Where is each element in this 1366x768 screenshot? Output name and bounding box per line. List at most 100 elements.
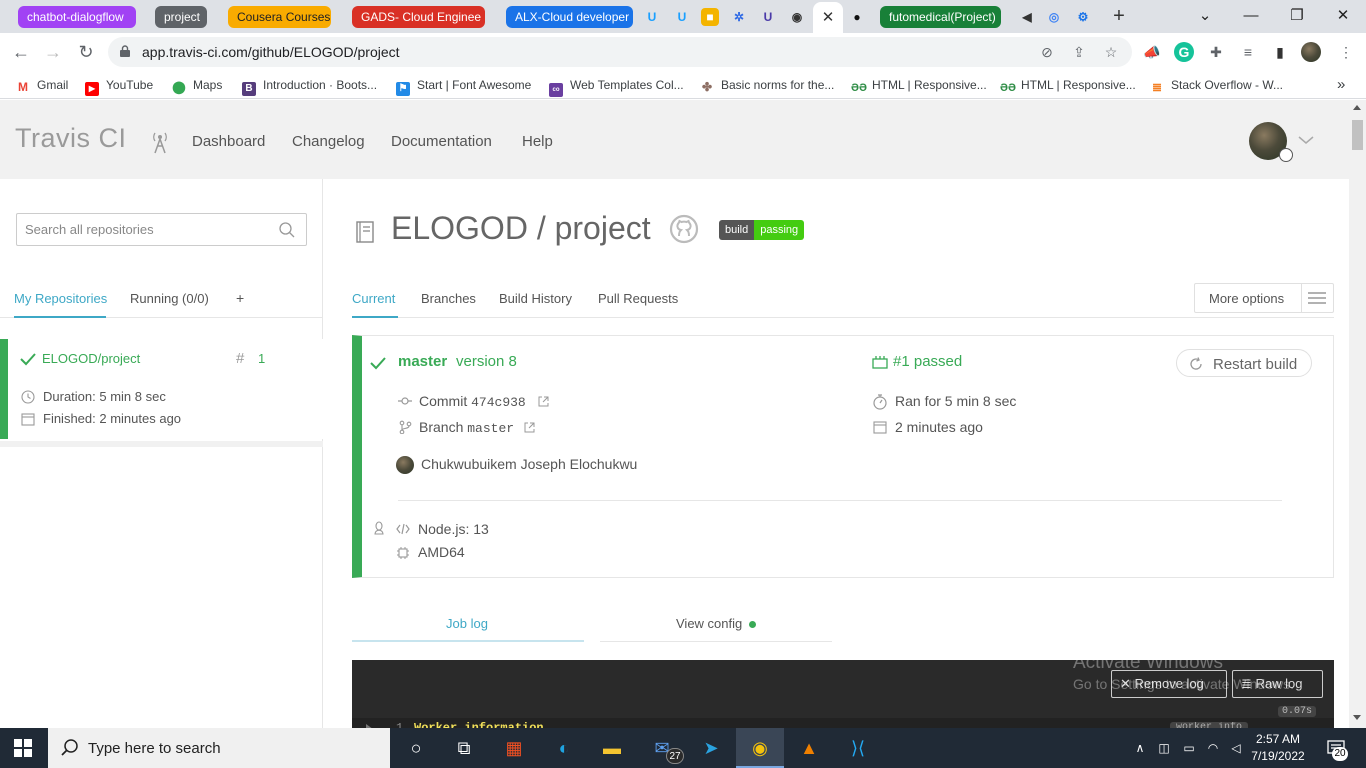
tracking-eye-icon[interactable]: ⊘	[1038, 43, 1056, 61]
tab-search-chevron-icon[interactable]: ⌄	[1190, 4, 1220, 28]
nav-dashboard[interactable]: Dashboard	[192, 133, 265, 150]
bookmarks-overflow-button[interactable]: »	[1337, 76, 1345, 94]
tab-running[interactable]: Running (0/0)	[130, 291, 209, 306]
github-tab-icon[interactable]: ●	[848, 8, 866, 26]
bookmark-bootstrap[interactable]: B Introduction · Boots...	[242, 76, 377, 96]
tab-current[interactable]: Current	[352, 291, 395, 306]
bookmark-html-responsive-2[interactable]: ƏƏ HTML | Responsive...	[1000, 76, 1136, 95]
repo-name-link[interactable]: ELOGOD/project	[42, 351, 140, 366]
side-panel-icon[interactable]: ▮	[1270, 42, 1290, 62]
page-scrollbar[interactable]	[1349, 100, 1366, 728]
tab-view-config[interactable]: View config	[676, 616, 742, 631]
file-explorer-icon[interactable]: ▬	[598, 734, 626, 762]
system-clock[interactable]: 2:57 AM 7/19/2022	[1248, 731, 1308, 765]
back-button[interactable]: ←	[10, 41, 32, 63]
remove-log-button[interactable]: ✕ Remove log	[1111, 670, 1227, 698]
build-number-link[interactable]: 1	[258, 351, 265, 366]
nav-documentation[interactable]: Documentation	[391, 133, 492, 150]
close-window-button[interactable]: ✕	[1328, 4, 1358, 28]
grammarly-extension-icon[interactable]: G	[1174, 42, 1194, 62]
tab-group-futomedical[interactable]: futomedical(Project)	[880, 6, 1001, 28]
bookmark-gmail[interactable]: M Gmail	[16, 76, 68, 94]
build-status-link[interactable]: #1 passed	[893, 353, 962, 370]
nav-help[interactable]: Help	[522, 133, 553, 150]
tab-group-project[interactable]: project	[155, 6, 207, 28]
scrollbar-thumb[interactable]	[1352, 120, 1363, 150]
scroll-down-arrow-icon[interactable]	[1353, 715, 1361, 720]
active-tab-close-icon[interactable]: ✕	[813, 2, 843, 33]
bookmark-maps[interactable]: ⬤ Maps	[172, 76, 222, 94]
windows-start-icon[interactable]	[14, 739, 32, 757]
profile-avatar-icon[interactable]	[1301, 42, 1321, 62]
branch-row[interactable]: Branch master	[419, 419, 514, 436]
repo-card[interactable]: ELOGOD/project # 1 Duration: 5 min 8 sec…	[0, 339, 323, 439]
tab-group-alx[interactable]: ALX-Cloud developer	[506, 6, 633, 28]
more-options-button[interactable]: More options	[1194, 283, 1334, 313]
chrome-taskbar-icon[interactable]: ◉	[746, 734, 774, 762]
scroll-up-arrow-icon[interactable]	[1353, 105, 1361, 110]
minimize-button[interactable]: —	[1236, 4, 1266, 28]
cortana-icon[interactable]: ○	[402, 734, 430, 762]
wifi-icon[interactable]: ◠	[1205, 740, 1221, 756]
udacity-tab-icon[interactable]: U	[673, 8, 691, 26]
build-status-badge[interactable]: build passing	[719, 220, 805, 240]
webcam-tray-icon[interactable]: ◫	[1156, 740, 1172, 756]
restart-build-button[interactable]: Restart build	[1176, 349, 1312, 377]
external-link-icon[interactable]	[538, 396, 549, 407]
add-repository-button[interactable]: +	[236, 290, 244, 306]
tab-pull-requests[interactable]: Pull Requests	[598, 291, 678, 306]
bookmark-web-templates[interactable]: co Web Templates Col...	[549, 76, 684, 97]
tab-build-history[interactable]: Build History	[499, 291, 572, 306]
build-branch-link[interactable]: master	[398, 353, 447, 370]
search-icon[interactable]	[278, 221, 296, 239]
megaphone-extension-icon[interactable]: 📣	[1142, 42, 1162, 62]
extensions-puzzle-icon[interactable]: ✚	[1206, 42, 1226, 62]
audio-tab-icon[interactable]: ◀	[1018, 8, 1036, 26]
broadcast-antenna-icon[interactable]	[150, 130, 170, 154]
tray-overflow-icon[interactable]: ∧	[1132, 740, 1148, 756]
tab-group-cousera-courses[interactable]: Cousera Courses	[228, 6, 331, 28]
tab-group-gads[interactable]: GADS- Cloud Enginee	[352, 6, 485, 28]
kubernetes-tab-icon[interactable]: ✲	[730, 8, 748, 26]
bookmark-star-icon[interactable]: ☆	[1102, 43, 1120, 61]
edge-browser-icon[interactable]: ◐	[550, 734, 578, 762]
travis-logo[interactable]: Travis CI	[15, 123, 127, 154]
tab-branches[interactable]: Branches	[421, 291, 476, 306]
tab-group-chatbot-dialogflow[interactable]: chatbot-dialogflow	[18, 6, 136, 28]
github-link-icon[interactable]	[669, 214, 699, 244]
tab-my-repositories[interactable]: My Repositories	[14, 291, 107, 306]
browser-menu-icon[interactable]: ⋮	[1336, 42, 1356, 62]
task-view-icon[interactable]: ⧉	[450, 734, 478, 762]
chrome-tab-icon[interactable]: ◎	[1045, 8, 1063, 26]
udacity-tab-icon[interactable]: U	[643, 8, 661, 26]
media-control-icon[interactable]: ≡	[1238, 42, 1258, 62]
settings-tab-icon[interactable]: ⚙	[1074, 8, 1092, 26]
forward-button[interactable]: →	[42, 41, 64, 63]
repo-search-input[interactable]	[17, 214, 267, 245]
share-icon[interactable]: ⇪	[1070, 43, 1088, 61]
bookmark-youtube[interactable]: ▶ YouTube	[85, 76, 153, 96]
telegram-icon[interactable]: ➤	[697, 734, 725, 762]
taskbar-search-box[interactable]: Type here to search	[48, 728, 390, 768]
vlc-icon[interactable]: ▲	[795, 734, 823, 762]
vscode-icon[interactable]: ⟩⟨	[844, 734, 872, 762]
microsoft-store-icon[interactable]: ▦	[500, 734, 528, 762]
raw-log-button[interactable]: ≣ Raw log	[1232, 670, 1323, 698]
maximize-button[interactable]: ❐	[1282, 4, 1312, 28]
battery-icon[interactable]: ▭	[1181, 740, 1197, 756]
udacity-tab-icon[interactable]: U	[759, 8, 777, 26]
nav-changelog[interactable]: Changelog	[292, 133, 365, 150]
bookmark-font-awesome[interactable]: ⚑ Start | Font Awesome	[396, 76, 531, 96]
external-link-icon[interactable]	[524, 422, 535, 433]
chevron-down-icon[interactable]	[1297, 133, 1315, 147]
volume-icon[interactable]: ◁	[1228, 740, 1244, 756]
bookmark-stack-overflow[interactable]: ≣ Stack Overflow - W...	[1150, 76, 1283, 94]
address-bar[interactable]: app.travis-ci.com/github/ELOGOD/project …	[108, 37, 1132, 67]
commit-row[interactable]: Commit 474c938	[419, 393, 526, 410]
commit-message[interactable]: version 8	[456, 353, 517, 370]
new-tab-button[interactable]: +	[1108, 5, 1130, 27]
bookmark-basic-norms[interactable]: ✤ Basic norms for the...	[700, 76, 834, 94]
box-tab-icon[interactable]: ■	[701, 8, 719, 26]
tab-job-log[interactable]: Job log	[446, 616, 488, 631]
bookmark-html-responsive-1[interactable]: ƏƏ HTML | Responsive...	[851, 76, 987, 95]
